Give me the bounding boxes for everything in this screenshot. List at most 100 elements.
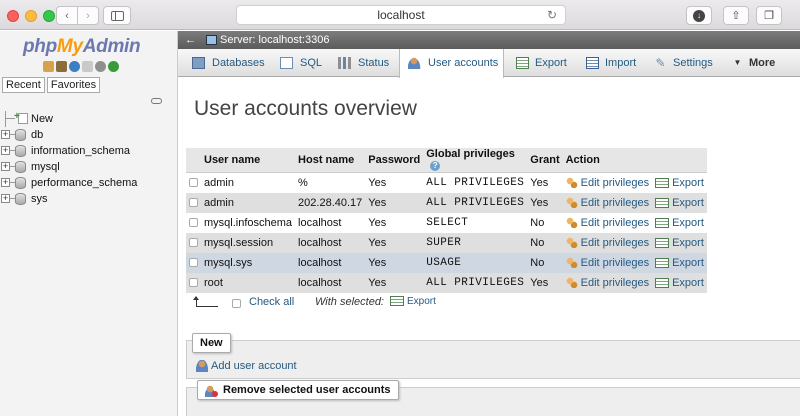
cell-password: Yes <box>365 232 424 253</box>
export-icon <box>655 237 670 248</box>
home-icon[interactable] <box>43 61 54 72</box>
tree-item-performance-schema[interactable]: + performance_schema <box>0 175 178 191</box>
help-icon[interactable]: ? <box>430 161 441 172</box>
share-button[interactable]: ⇧ <box>723 6 749 25</box>
export-link[interactable]: Export <box>672 277 704 289</box>
settings-gear-icon[interactable] <box>95 61 106 72</box>
tab-databases[interactable]: Databases <box>186 49 270 77</box>
check-all-label[interactable]: Check all <box>249 296 294 308</box>
remove-selected-legend[interactable]: Remove selected user accounts <box>197 380 399 400</box>
new-database-icon <box>14 109 28 125</box>
row-checkbox[interactable] <box>189 258 198 268</box>
favorites-tab[interactable]: Favorites <box>46 77 101 93</box>
tree-item-new[interactable]: New <box>0 109 178 127</box>
expand-icon[interactable]: + <box>1 146 10 155</box>
row-checkbox[interactable] <box>189 278 198 288</box>
cell-password: Yes <box>365 212 424 233</box>
tab-user-accounts[interactable]: User accounts <box>399 49 504 78</box>
server-link[interactable]: Server: localhost:3306 <box>220 31 329 49</box>
address-text: localhost <box>377 8 425 22</box>
cell-privileges: USAGE <box>423 252 528 273</box>
expand-icon[interactable]: + <box>1 194 10 203</box>
reload-icon[interactable]: ↻ <box>547 6 557 24</box>
row-checkbox[interactable] <box>189 198 198 208</box>
export-link[interactable]: Export <box>672 257 704 269</box>
cell-privileges: ALL PRIVILEGES <box>423 172 528 193</box>
tab-more[interactable]: ▼ More <box>727 49 777 77</box>
cell-privileges: ALL PRIVILEGES <box>423 272 528 293</box>
zoom-window-button[interactable] <box>43 10 55 22</box>
tab-import[interactable]: Import <box>583 49 643 77</box>
wrench-icon: ✎ <box>655 56 666 70</box>
back-button[interactable]: ‹ <box>56 6 78 25</box>
row-checkbox[interactable] <box>189 178 198 188</box>
link-with-main-icon[interactable] <box>151 98 162 104</box>
edit-privileges-icon <box>565 217 578 229</box>
export-link[interactable]: Export <box>672 197 704 209</box>
expand-icon[interactable]: + <box>1 162 10 171</box>
col-password: Password <box>365 148 424 173</box>
table-row: mysql.sys localhost Yes USAGE No Edit pr… <box>186 252 707 273</box>
table-body: admin % Yes ALL PRIVILEGES Yes Edit priv… <box>186 172 707 293</box>
forward-button[interactable]: › <box>77 6 99 25</box>
logout-icon[interactable] <box>56 61 67 72</box>
recent-tab[interactable]: Recent <box>2 77 45 93</box>
table-header-row: User name Host name Password Global priv… <box>186 148 707 173</box>
edit-privileges-link[interactable]: Edit privileges <box>581 197 649 209</box>
tree-item-label: db <box>31 129 44 141</box>
address-bar[interactable]: localhost ↻ <box>236 5 566 25</box>
edit-privileges-link[interactable]: Edit privileges <box>581 237 649 249</box>
reload-nav-icon[interactable] <box>108 61 119 72</box>
tab-sql[interactable]: SQL <box>274 49 328 77</box>
tab-settings[interactable]: ✎ Settings <box>650 49 720 77</box>
tree-item-db[interactable]: + db <box>0 127 178 143</box>
tree-item-label: mysql <box>31 161 60 173</box>
tab-export[interactable]: Export <box>512 49 578 77</box>
edit-privileges-link[interactable]: Edit privileges <box>581 277 649 289</box>
navigation-panel: phpMyAdmin Recent Favorites New + db + i… <box>0 31 178 416</box>
downloads-button[interactable]: ↓ <box>686 6 712 25</box>
edit-privileges-icon <box>565 177 578 189</box>
cell-user: admin <box>201 172 296 193</box>
cell-user: mysql.sys <box>201 252 296 273</box>
sidebar-toggle-button[interactable] <box>103 6 131 25</box>
tree-item-label: performance_schema <box>31 177 138 189</box>
server-breadcrumb: ← Server: localhost:3306 <box>178 31 800 49</box>
docs-icon[interactable] <box>82 61 93 72</box>
edit-privileges-link[interactable]: Edit privileges <box>581 257 649 269</box>
cell-grant: Yes <box>527 272 563 293</box>
expand-icon[interactable]: + <box>1 130 10 139</box>
chevron-right-icon: › <box>86 9 90 22</box>
row-checkbox[interactable] <box>189 238 198 248</box>
expand-icon[interactable]: + <box>1 178 10 187</box>
export-link[interactable]: Export <box>672 217 704 229</box>
export-link[interactable]: Export <box>672 177 704 189</box>
edit-privileges-link[interactable]: Edit privileges <box>581 217 649 229</box>
add-user-account-link[interactable]: Add user account <box>196 360 297 373</box>
cell-grant: No <box>527 232 563 253</box>
tree-item-information-schema[interactable]: + information_schema <box>0 143 178 159</box>
minimize-window-button[interactable] <box>25 10 37 22</box>
export-icon <box>655 197 670 208</box>
new-user-fieldset: New Add user account <box>186 333 800 379</box>
phpmyadmin-logo[interactable]: phpMyAdmin <box>23 36 141 58</box>
tab-status[interactable]: Status <box>332 49 396 77</box>
export-link[interactable]: Export <box>672 237 704 249</box>
cell-password: Yes <box>365 272 424 293</box>
with-selected-export-link[interactable]: Export <box>390 296 436 307</box>
check-all-checkbox[interactable] <box>232 299 241 308</box>
col-action: Action <box>562 148 707 173</box>
edit-privileges-link[interactable]: Edit privileges <box>581 177 649 189</box>
tree-item-sys[interactable]: + sys <box>0 191 178 207</box>
help-icon[interactable] <box>69 61 80 72</box>
browser-toolbar: ‹ › localhost ↻ ↓ ⇧ ❐ <box>0 0 800 30</box>
row-checkbox[interactable] <box>189 218 198 228</box>
export-icon <box>655 217 670 228</box>
nav-quick-icons <box>43 61 119 72</box>
collapse-nav-icon[interactable]: ← <box>185 31 196 49</box>
tree-item-mysql[interactable]: + mysql <box>0 159 178 175</box>
remove-user-icon <box>205 385 218 397</box>
close-window-button[interactable] <box>7 10 19 22</box>
status-chart-icon <box>338 57 351 69</box>
show-tabs-button[interactable]: ❐ <box>756 6 782 25</box>
